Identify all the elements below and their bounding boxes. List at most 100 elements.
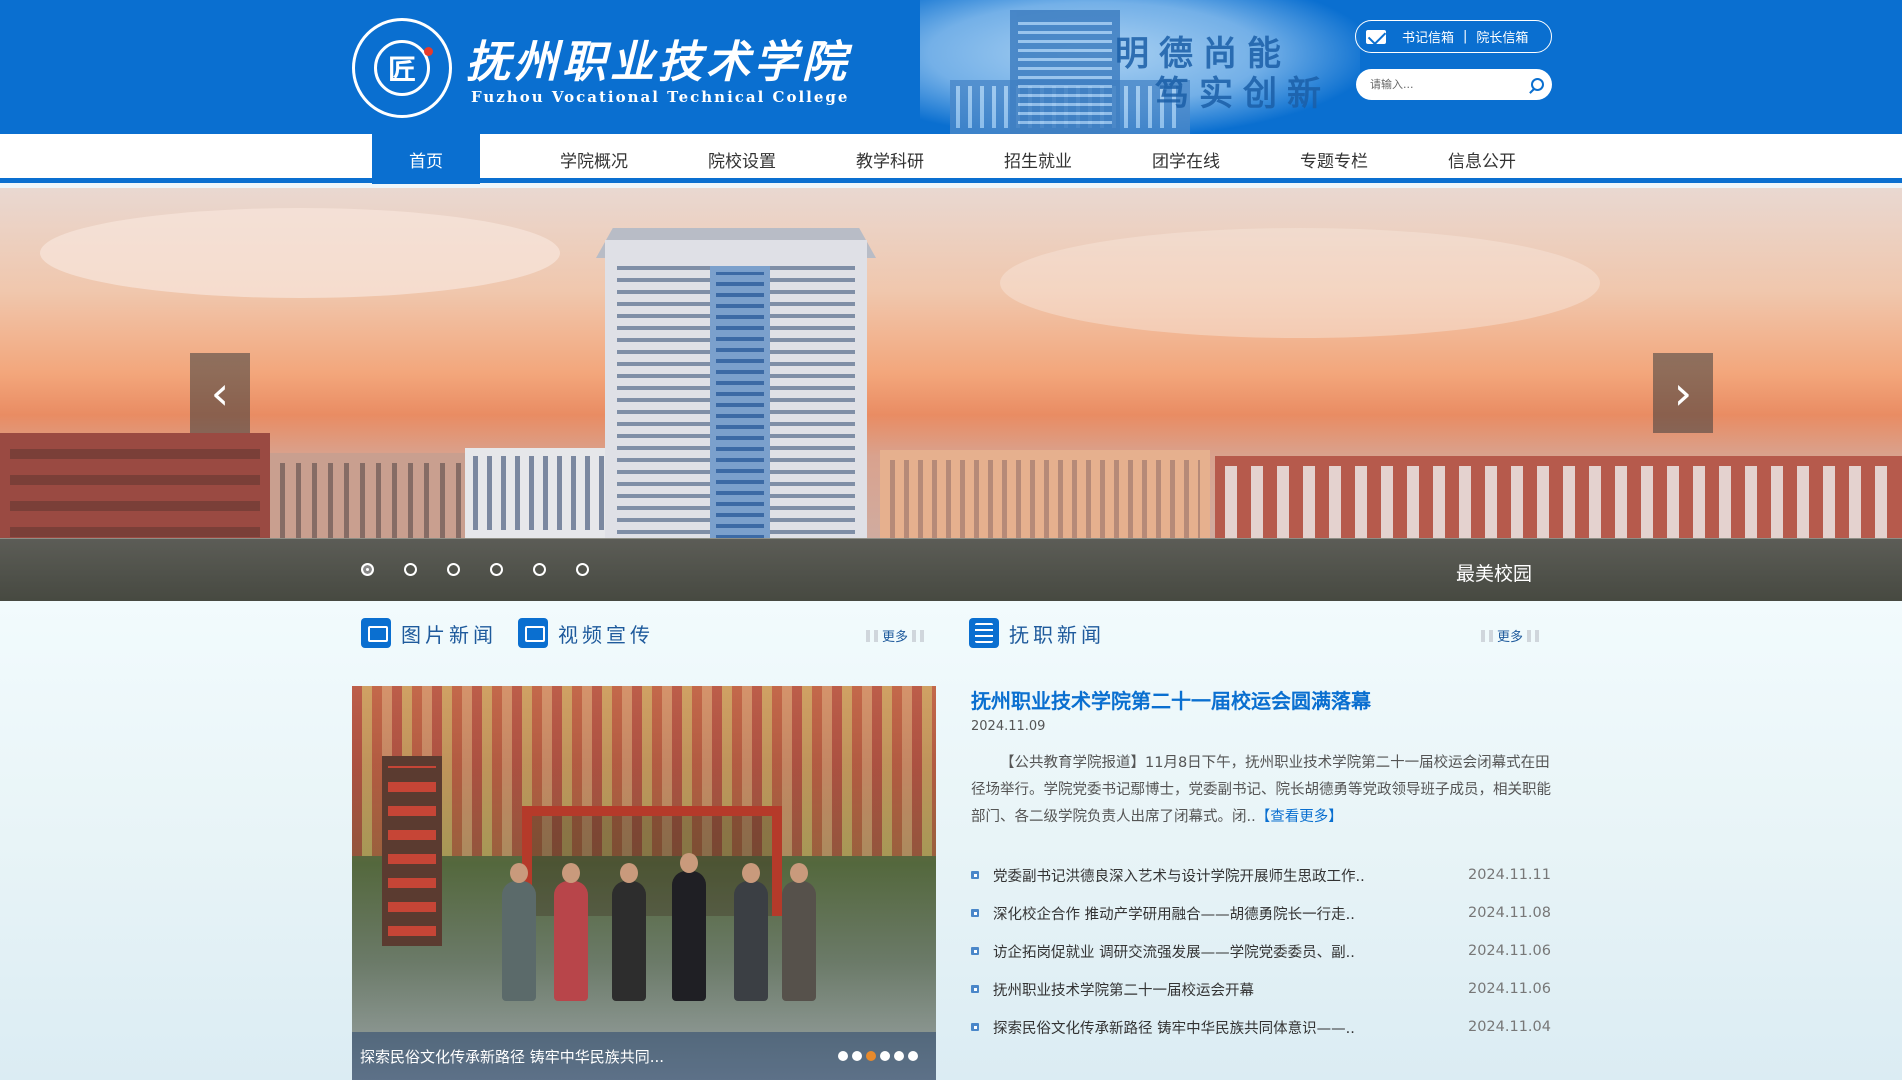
nav-item[interactable]: 学院概况 [520, 134, 668, 184]
news-list: 党委副书记洪德良深入艺术与设计学院开展师生思政工作.. 2024.11.11 深化校… [971, 856, 1551, 1046]
read-more-link[interactable]: 【查看更多】 [1256, 809, 1343, 825]
bullet-icon [971, 871, 979, 879]
news-date: 2024.11.06 [1467, 943, 1551, 959]
more-decor-icon [866, 629, 878, 642]
banner-dot[interactable] [533, 563, 546, 576]
news-date: 2024.11.04 [1467, 1019, 1551, 1035]
logo-emblem: 匠 [374, 40, 430, 96]
news-item[interactable]: 探索民俗文化传承新路径 铸牢中华民族共同体意识——.. 2024.11.04 [971, 1008, 1551, 1046]
newspaper-icon [969, 618, 999, 648]
headline-link[interactable]: 抚州职业技术学院第二十一届校运会圆满落幕 [971, 685, 1371, 714]
school-name-en: Fuzhou Vocational Technical College [471, 88, 850, 106]
building-left-annex [465, 448, 625, 538]
right-more-link[interactable]: 更多 [1477, 626, 1543, 645]
mailbox-bar: 书记信箱 | 院长信箱 [1355, 20, 1552, 53]
content-area: 图片新闻 视频宣传 更多 探索民俗文化传承新路径 铸牢中华民族共同... 抚职新… [0, 601, 1902, 1080]
photo-caption[interactable]: 探索民俗文化传承新路径 铸牢中华民族共同... [360, 1046, 664, 1067]
person-figure [554, 863, 588, 1001]
tab-video-label: 视频宣传 [558, 622, 654, 647]
left-more-label: 更多 [882, 630, 909, 645]
bullet-icon [971, 985, 979, 993]
bullet-icon [971, 1023, 979, 1031]
banner-dot[interactable] [361, 563, 374, 576]
nav-item[interactable]: 专题专栏 [1260, 134, 1408, 184]
main-nav: 首页 学院概况 院校设置 教学科研 招生就业 团学在线 专题专栏 信息公开 [0, 134, 1902, 184]
chevron-right-icon: › [1673, 366, 1693, 420]
left-more-link[interactable]: 更多 [862, 626, 928, 645]
site-header: 明德尚能 笃实创新 匠 抚州职业技术学院 Fuzhou Vocational T… [0, 0, 1902, 134]
photo-dot[interactable] [866, 1051, 876, 1061]
photo-dot[interactable] [852, 1051, 862, 1061]
banner-prev-button[interactable]: ‹ [190, 353, 250, 433]
signpost-image [382, 756, 442, 946]
news-date: 2024.11.08 [1467, 905, 1551, 921]
photo-dot[interactable] [838, 1051, 848, 1061]
search-input[interactable] [1370, 78, 1520, 91]
news-title[interactable]: 访企拓岗促就业 调研交流强发展——学院党委委员、副.. [993, 941, 1438, 962]
cloud-shape [1000, 228, 1600, 338]
banner-dot[interactable] [447, 563, 460, 576]
headline-summary: 【公共教育学院报道】11月8日下午，抚州职业技术学院第二十一届校运会闭幕式在田径… [971, 750, 1551, 831]
picture-icon [361, 618, 391, 648]
news-item[interactable]: 党委副书记洪德良深入艺术与设计学院开展师生思政工作.. 2024.11.11 [971, 856, 1551, 894]
news-title[interactable]: 深化校企合作 推动产学研用融合——胡德勇院长一行走.. [993, 903, 1438, 924]
motto-line-2: 笃实创新 [1155, 74, 1331, 114]
photo-caption-bar: 探索民俗文化传承新路径 铸牢中华民族共同... [352, 1032, 936, 1080]
tab-photo-news[interactable]: 图片新闻 [361, 618, 497, 648]
nav-item[interactable]: 招生就业 [964, 134, 1112, 184]
photo-dot[interactable] [908, 1051, 918, 1061]
photo-dot[interactable] [894, 1051, 904, 1061]
nav-item[interactable]: 院校设置 [668, 134, 816, 184]
news-date: 2024.11.11 [1467, 867, 1551, 883]
photo-pagination [838, 1051, 918, 1061]
mailbox-separator: | [1463, 29, 1468, 44]
bullet-icon [971, 909, 979, 917]
more-decor-icon [912, 629, 925, 642]
nav-item[interactable]: 信息公开 [1408, 134, 1556, 184]
people-walking-image [502, 853, 832, 1001]
person-figure [672, 853, 706, 1001]
news-title[interactable]: 探索民俗文化传承新路径 铸牢中华民族共同体意识——.. [993, 1017, 1438, 1038]
banner-next-button[interactable]: › [1653, 353, 1713, 433]
more-decor-icon [1481, 629, 1493, 642]
more-decor-icon [1527, 629, 1540, 642]
search-icon[interactable] [1531, 78, 1544, 91]
bullet-icon [971, 947, 979, 955]
headline-date: 2024.11.09 [971, 719, 1046, 734]
news-title[interactable]: 抚州职业技术学院第二十一届校运会开幕 [993, 979, 1438, 1000]
tower-glass-center [710, 266, 770, 556]
nav-item[interactable]: 团学在线 [1112, 134, 1260, 184]
chevron-left-icon: ‹ [210, 366, 230, 420]
video-icon [518, 618, 548, 648]
envelope-icon [1366, 29, 1386, 44]
nav-item[interactable]: 首页 [372, 134, 480, 184]
nav-item[interactable]: 教学科研 [816, 134, 964, 184]
school-name-cn: 抚州职业技术学院 [466, 37, 850, 88]
search-box [1356, 69, 1552, 100]
building-right-wing [880, 450, 1210, 550]
news-item[interactable]: 抚州职业技术学院第二十一届校运会开幕 2024.11.06 [971, 970, 1551, 1008]
president-mailbox-link[interactable]: 院长信箱 [1476, 27, 1528, 46]
nav-list: 首页 学院概况 院校设置 教学科研 招生就业 团学在线 专题专栏 信息公开 [372, 134, 1556, 184]
section-title-news: 抚职新闻 [969, 618, 1105, 648]
right-more-label: 更多 [1497, 630, 1524, 645]
banner-dot[interactable] [576, 563, 589, 576]
photo-dot[interactable] [880, 1051, 890, 1061]
banner-caption: 最美校园 [1456, 563, 1533, 585]
photo-news-slide[interactable]: 探索民俗文化传承新路径 铸牢中华民族共同... [352, 686, 936, 1080]
person-figure [782, 863, 816, 1001]
news-date: 2024.11.06 [1467, 981, 1551, 997]
banner-pagination [361, 563, 589, 576]
school-logo[interactable]: 匠 [352, 18, 452, 118]
tab-photo-news-label: 图片新闻 [401, 622, 497, 647]
banner-dot[interactable] [404, 563, 417, 576]
tab-video[interactable]: 视频宣传 [518, 618, 654, 648]
person-figure [612, 863, 646, 1001]
secretary-mailbox-link[interactable]: 书记信箱 [1402, 27, 1454, 46]
news-item[interactable]: 深化校企合作 推动产学研用融合——胡德勇院长一行走.. 2024.11.08 [971, 894, 1551, 932]
news-title[interactable]: 党委副书记洪德良深入艺术与设计学院开展师生思政工作.. [993, 865, 1438, 886]
news-item[interactable]: 访企拓岗促就业 调研交流强发展——学院党委委员、副.. 2024.11.06 [971, 932, 1551, 970]
logo-red-dot [424, 47, 433, 56]
section-title-news-label: 抚职新闻 [1009, 622, 1105, 647]
banner-dot[interactable] [490, 563, 503, 576]
